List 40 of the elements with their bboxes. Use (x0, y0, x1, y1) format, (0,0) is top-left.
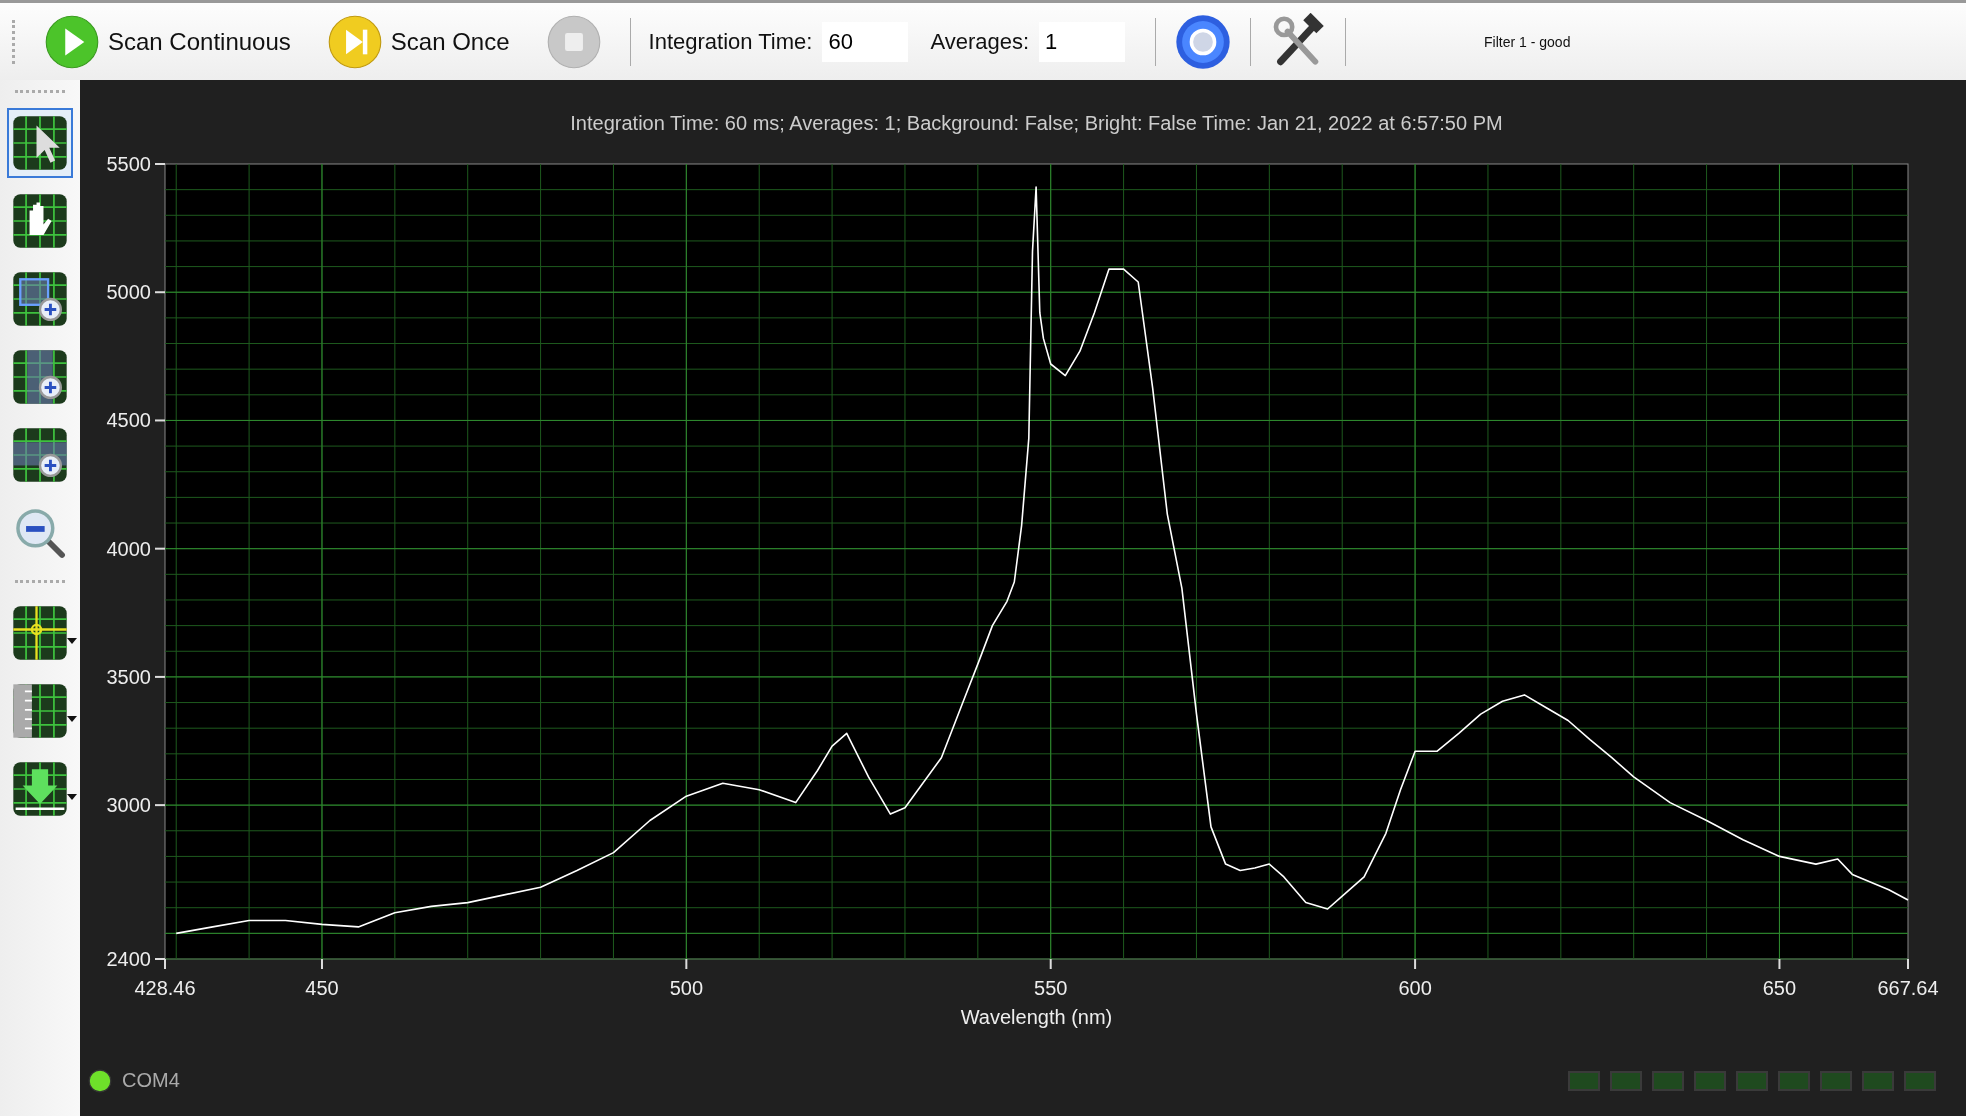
x-tick-label: 450 (305, 977, 339, 999)
stop-icon (545, 13, 602, 70)
x-axis-title: Wavelength (nm) (960, 1006, 1113, 1028)
ruler-icon (11, 682, 69, 740)
integration-time-label: Integration Time: (648, 28, 813, 55)
averages-field[interactable]: 1 (1039, 21, 1126, 62)
zoom-h-icon (11, 348, 69, 406)
x-tick-label: 667.64 (1877, 977, 1939, 999)
zoom-box-icon (11, 270, 69, 328)
y-tick-label: 5500 (106, 153, 151, 175)
x-tick-label: 428.46 (134, 977, 196, 999)
integration-time-field[interactable]: 60 (822, 21, 909, 62)
y-tick-label: 4500 (106, 409, 151, 432)
hand-icon (11, 192, 69, 250)
crosshair-icon (11, 604, 69, 662)
chart-tool-button[interactable] (7, 108, 73, 178)
pointer-icon (11, 114, 69, 172)
averages-label: Averages: (930, 28, 1030, 55)
scan-button[interactable]: Scan Once (310, 13, 520, 70)
caret-icon (67, 794, 77, 800)
record-button[interactable] (1174, 12, 1233, 71)
zoom-v-icon (11, 426, 69, 484)
x-tick-label: 600 (1398, 977, 1432, 999)
caret-icon (67, 638, 77, 644)
export-icon (11, 760, 69, 818)
x-tick-label: 650 (1762, 977, 1797, 999)
y-tick-label: 4000 (106, 537, 151, 560)
play-icon (44, 13, 100, 70)
x-tick-label: 500 (669, 977, 704, 999)
caret-icon (67, 716, 77, 722)
scan-button[interactable]: Scan Continuous (28, 13, 301, 70)
x-tick-label: 550 (1034, 977, 1068, 999)
y-tick-label: 3000 (106, 794, 151, 817)
y-tick-label: 3500 (106, 665, 151, 688)
chart-title: Integration Time: 60 ms; Averages: 1; Background: False; Bright: False Time: Jan 21, 2022 at 6:57:50 PM (570, 112, 1503, 134)
step-icon (326, 13, 383, 70)
filter-status-text: Filter 1 - good (1484, 33, 1571, 50)
port-label: COM4 (122, 1069, 180, 1092)
y-tick-label: 2400 (106, 948, 151, 970)
y-tick-label: 5000 (106, 281, 151, 304)
